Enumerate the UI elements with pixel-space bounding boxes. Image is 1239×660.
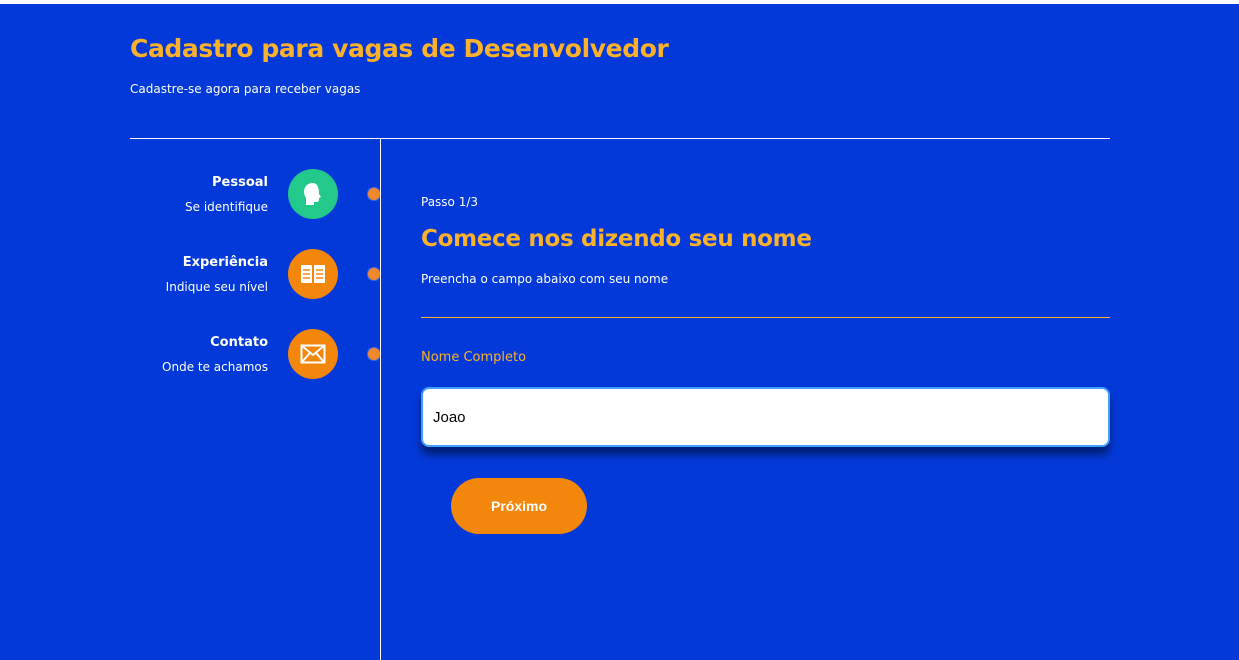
step-dot	[368, 348, 380, 360]
book-icon	[301, 265, 325, 283]
steps-divider	[380, 139, 381, 660]
name-input[interactable]	[421, 387, 1110, 447]
step-text: Experiência Indique seu nível	[166, 255, 268, 295]
step-name: Contato	[210, 335, 268, 350]
step-name: Pessoal	[212, 175, 268, 190]
step-experiencia[interactable]: Experiência Indique seu nível	[130, 249, 380, 299]
header-divider	[130, 138, 1110, 139]
step-counter: Passo 1/3	[421, 195, 479, 209]
top-border	[0, 0, 1239, 4]
step-description: Onde te achamos	[162, 360, 268, 374]
step-circle[interactable]	[288, 169, 338, 219]
step-text: Contato Onde te achamos	[162, 335, 268, 375]
form-subtitle: Preencha o campo abaixo com seu nome	[421, 272, 669, 286]
person-head-icon	[304, 183, 321, 205]
step-dot	[368, 268, 380, 280]
step-dot	[368, 188, 380, 200]
envelope-icon	[300, 344, 326, 364]
form-title: Comece nos dizendo seu nome	[421, 226, 812, 252]
step-text: Pessoal Se identifique	[185, 175, 268, 215]
next-button[interactable]: Próximo	[451, 478, 587, 534]
page-subtitle: Cadastre-se agora para receber vagas	[130, 82, 361, 96]
form-divider	[421, 317, 1110, 318]
step-description: Se identifique	[185, 200, 268, 214]
step-name: Experiência	[182, 255, 268, 270]
step-circle[interactable]	[288, 329, 338, 379]
step-circle[interactable]	[288, 249, 338, 299]
page-title: Cadastro para vagas de Desenvolvedor	[130, 34, 669, 63]
step-description: Indique seu nível	[165, 280, 268, 294]
page-header: Cadastro para vagas de Desenvolvedor Cad…	[130, 30, 669, 96]
name-field-label: Nome Completo	[421, 350, 527, 365]
step-pessoal[interactable]: Pessoal Se identifique	[130, 169, 380, 219]
step-contato[interactable]: Contato Onde te achamos	[130, 329, 380, 379]
